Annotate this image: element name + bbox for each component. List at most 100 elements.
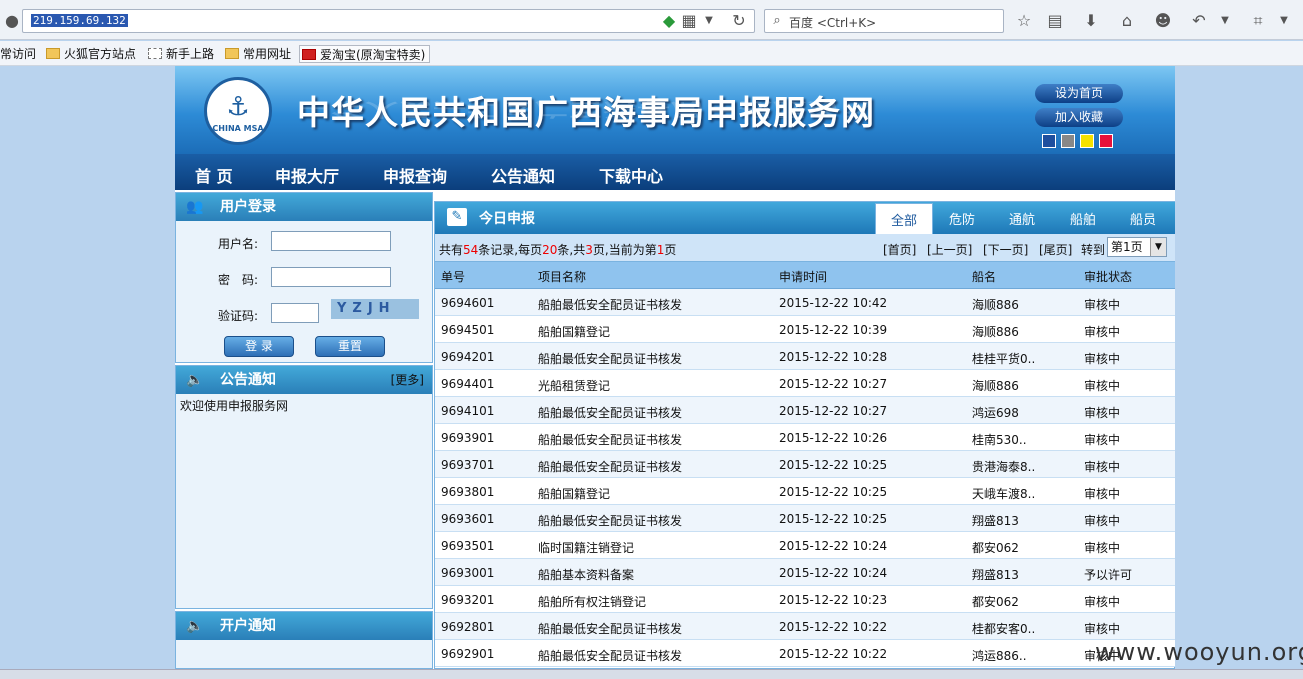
table-row[interactable]: 9693001 船舶基本资料备案 2015-12-22 10:24 翔盛813 予以许可 xyxy=(435,559,1175,586)
table-row[interactable]: 9692901 船舶最低安全配员证书核发 2015-12-22 10:22 鸿运886… xyxy=(435,640,1175,667)
table-cell: 审核中 xyxy=(1084,352,1121,366)
table-cell: 船舶最低安全配员证书核发 xyxy=(538,433,683,447)
column-header[interactable]: 船名 xyxy=(972,268,996,285)
reload-icon[interactable]: ↻ xyxy=(729,11,749,31)
table-row[interactable]: 9694201 船舶最低安全配员证书核发 2015-12-22 10:28 桂桂平货0… xyxy=(435,343,1175,370)
main-menu: 首 页 申报大厅 申报查询 公告通知 下载中心 xyxy=(175,154,1175,190)
captcha-image[interactable]: YZJH xyxy=(331,299,419,319)
reset-button[interactable]: 重置 xyxy=(315,336,385,357)
menu-declare-hall[interactable]: 申报大厅 xyxy=(275,163,339,187)
captcha-input[interactable] xyxy=(271,303,319,323)
table-row[interactable]: 9694101 船舶最低安全配员证书核发 2015-12-22 10:27 鸿运698… xyxy=(435,397,1175,424)
bookmark-item[interactable]: 火狐官方站点 xyxy=(46,45,136,63)
table-row[interactable]: 9693601 船舶最低安全配员证书核发 2015-12-22 10:25 翔盛813… xyxy=(435,505,1175,532)
page-select[interactable]: 第1页 ▼ xyxy=(1107,237,1167,257)
theme-swatch-yellow[interactable] xyxy=(1080,134,1094,148)
menu-declare-query[interactable]: 申报查询 xyxy=(383,163,447,187)
table-cell: 海顺886 xyxy=(972,298,1019,312)
menu-home[interactable]: 首 页 xyxy=(195,163,233,187)
table-cell: 9692901 xyxy=(441,647,495,661)
table-cell: 船舶最低安全配员证书核发 xyxy=(538,649,683,663)
bookmark-item[interactable]: 爱淘宝(原淘宝特卖) xyxy=(299,45,431,63)
add-favorite-button[interactable]: 加入收藏 xyxy=(1035,108,1123,127)
theme-swatch-red[interactable] xyxy=(1099,134,1113,148)
menu-notices[interactable]: 公告通知 xyxy=(491,163,555,187)
table-cell: 翔盛813 xyxy=(972,514,1019,528)
table-row[interactable]: 9693501 临时国籍注销登记 2015-12-22 10:24 都安062 审核中 xyxy=(435,532,1175,559)
column-header[interactable]: 单号 xyxy=(441,268,465,285)
folder-icon xyxy=(46,48,60,59)
set-home-button[interactable]: 设为首页 xyxy=(1035,84,1123,103)
bookmark-item[interactable]: 新手上路 xyxy=(148,45,214,63)
table-cell: 2015-12-22 10:22 xyxy=(779,647,888,661)
table-row[interactable]: 9694601 船舶最低安全配员证书核发 2015-12-22 10:42 海顺886… xyxy=(435,289,1175,316)
menu-arrow-icon[interactable]: ▼ xyxy=(1215,11,1235,31)
login-header: 👥 用户登录 xyxy=(176,193,432,221)
table-cell: 临时国籍注销登记 xyxy=(538,541,635,555)
tab-hazard[interactable]: 危防 xyxy=(933,203,991,234)
tab-crew[interactable]: 船员 xyxy=(1113,203,1173,234)
table-cell: 桂都安客0.. xyxy=(972,622,1036,636)
table-row[interactable]: 9692801 船舶最低安全配员证书核发 2015-12-22 10:22 桂都安客0… xyxy=(435,613,1175,640)
undo-icon[interactable]: ↶ xyxy=(1189,11,1209,31)
search-placeholder: 百度 <Ctrl+K> xyxy=(789,16,877,30)
password-label: 密 码: xyxy=(218,273,259,287)
site-banner: ⚓ CHINA MSA 中华人民共和国广西海事局申报服务网 中华人民共和国广西海… xyxy=(175,66,1175,154)
bookmark-item[interactable]: 常用网址 xyxy=(225,45,291,63)
table-cell: 审核中 xyxy=(1084,595,1121,609)
username-label: 用户名: xyxy=(218,237,259,251)
username-input[interactable] xyxy=(271,231,391,251)
table-cell: 9692801 xyxy=(441,620,495,634)
logo-text: CHINA MSA xyxy=(212,124,264,133)
tab-all[interactable]: 全部 xyxy=(875,203,933,234)
bookmark-item[interactable]: 常访问 xyxy=(0,45,36,63)
web-page: ⚓ CHINA MSA 中华人民共和国广西海事局申报服务网 中华人民共和国广西海… xyxy=(175,66,1175,669)
last-page-link[interactable]: [尾页] xyxy=(1039,241,1072,258)
search-box[interactable]: ⌕ 百度 <Ctrl+K> xyxy=(764,9,1004,33)
login-panel: 👥 用户登录 用户名: 密 码: 验证码: YZJH 登 录 重置 xyxy=(175,192,433,363)
star-bookmark-icon[interactable]: ☆ xyxy=(1014,11,1034,31)
menu-downloads[interactable]: 下载中心 xyxy=(599,163,663,187)
crop-icon[interactable]: ⌗ xyxy=(1248,11,1268,31)
password-input[interactable] xyxy=(271,267,391,287)
table-cell: 船舶所有权注销登记 xyxy=(538,595,647,609)
column-header[interactable]: 项目名称 xyxy=(538,268,586,285)
search-icon: ⌕ xyxy=(773,13,781,28)
chevron-down-icon: ▼ xyxy=(1150,238,1166,256)
chat-icon[interactable]: ☻ xyxy=(1153,11,1173,31)
table-row[interactable]: 9694501 船舶国籍登记 2015-12-22 10:39 海顺886 审核中 xyxy=(435,316,1175,343)
table-cell: 9693801 xyxy=(441,485,495,499)
table-row[interactable]: 9693201 船舶所有权注销登记 2015-12-22 10:23 都安062 审核中 xyxy=(435,586,1175,613)
column-header[interactable]: 审批状态 xyxy=(1084,268,1132,285)
table-cell: 船舶基本资料备案 xyxy=(538,568,635,582)
home-icon[interactable]: ⌂ xyxy=(1117,11,1137,31)
theme-swatch-gray[interactable] xyxy=(1061,134,1075,148)
prev-page-link[interactable]: [上一页] xyxy=(927,241,972,258)
login-title: 用户登录 xyxy=(220,199,276,215)
first-page-link[interactable]: [首页] xyxy=(883,241,916,258)
url-bar[interactable]: 219.159.69.132 ◆ ▦ ▼ ↻ xyxy=(22,9,755,33)
column-header[interactable]: 申请时间 xyxy=(779,268,827,285)
shield-icon[interactable]: ◆ xyxy=(659,11,679,31)
more-link[interactable]: [更多] xyxy=(391,366,424,394)
table-cell: 2015-12-22 10:28 xyxy=(779,350,888,364)
table-header: 单号 项目名称 申请时间 船名 审批状态 xyxy=(435,262,1175,289)
table-row[interactable]: 9693801 船舶国籍登记 2015-12-22 10:25 天峨车渡8.. 审核中 xyxy=(435,478,1175,505)
reader-icon[interactable]: ▤ xyxy=(1045,11,1065,31)
tab-ship[interactable]: 船舶 xyxy=(1053,203,1113,234)
next-page-link[interactable]: [下一页] xyxy=(983,241,1028,258)
dropdown-arrow-icon[interactable]: ▼ xyxy=(699,11,719,31)
table-row[interactable]: 9694401 光船租赁登记 2015-12-22 10:27 海顺886 审核中 xyxy=(435,370,1175,397)
site-identity-icon[interactable]: ● xyxy=(2,11,22,31)
qr-icon[interactable]: ▦ xyxy=(679,11,699,31)
tab-navigation[interactable]: 通航 xyxy=(991,203,1053,234)
login-button[interactable]: 登 录 xyxy=(224,336,294,357)
download-icon[interactable]: ⬇ xyxy=(1081,11,1101,31)
theme-swatch-blue[interactable] xyxy=(1042,134,1056,148)
overflow-arrow-icon[interactable]: ▼ xyxy=(1274,11,1294,31)
table-row[interactable]: 9693701 船舶最低安全配员证书核发 2015-12-22 10:25 贵港海泰8… xyxy=(435,451,1175,478)
notice-item[interactable]: 欢迎使用申报服务网 xyxy=(180,397,288,414)
site-title-reflection: 中华人民共和国广西海事局申报服务网 xyxy=(297,98,875,121)
bookmarks-bar: 常访问 火狐官方站点 新手上路 常用网址 爱淘宝(原淘宝特卖) xyxy=(0,41,1303,66)
table-row[interactable]: 9693901 船舶最低安全配员证书核发 2015-12-22 10:26 桂南530… xyxy=(435,424,1175,451)
